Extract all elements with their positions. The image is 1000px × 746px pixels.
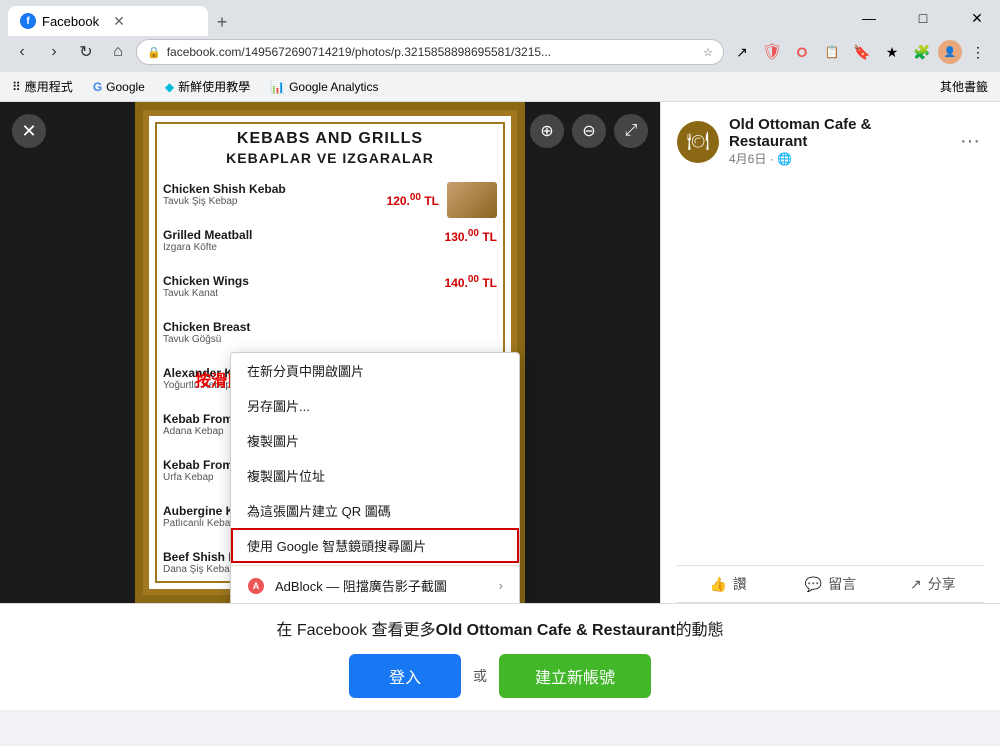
bookmark-other-label: 其他書籤 — [940, 78, 988, 95]
or-text: 或 — [473, 666, 487, 686]
post-actions: 👍 讚 💬 留言 ↗ 分享 — [677, 565, 984, 603]
ctx-adblock[interactable]: A AdBlock — 阻擋廣告影子截圖 › — [231, 568, 519, 603]
page-name[interactable]: Old Ottoman Cafe & Restaurant — [729, 116, 946, 150]
post-date: 4月6日 · 🌐 — [729, 150, 946, 167]
bookmark-star-icon[interactable]: ☆ — [703, 46, 713, 59]
browser-tab[interactable]: f Facebook ✕ — [8, 6, 208, 36]
reload-button[interactable]: ↻ — [72, 38, 100, 66]
adblock-icon: A — [247, 577, 265, 595]
bookmark-apps-label: 應用程式 — [25, 78, 73, 95]
close-icon: ✕ — [21, 121, 36, 142]
minimize-button[interactable]: — — [846, 0, 892, 36]
share-icon: ↗ — [910, 576, 922, 593]
more-options-button[interactable]: ··· — [956, 126, 984, 157]
avatar: 🍽 — [677, 121, 719, 163]
fullscreen-button[interactable]: ⤢ — [614, 114, 648, 148]
ctx-create-qr[interactable]: 為這張圖片建立 QR 圖碼 — [231, 493, 519, 528]
viewer-close-button[interactable]: ✕ — [12, 114, 46, 148]
image-viewer: ✕ ⊕ ⊖ ⤢ KEBABS AND GRILLS KEBAPLAR VE IZ… — [0, 102, 660, 603]
bookmark-tutorial-label: 新鮮使用教學 — [178, 78, 250, 95]
share-icon[interactable]: ↗ — [728, 38, 756, 66]
tutorial-icon: ◆ — [165, 80, 174, 94]
comment-button[interactable]: 💬 留言 — [779, 566, 881, 602]
facebook-favicon: f — [20, 13, 36, 29]
close-button[interactable]: ✕ — [954, 0, 1000, 36]
context-menu: 在新分頁中開啟圖片 另存圖片... 複製圖片 複製圖片位址 為這張圖片建立 QR… — [230, 352, 520, 603]
tab-title: Facebook — [42, 14, 99, 29]
share-button[interactable]: ↗ 分享 — [882, 566, 984, 602]
post-header: 🍽 Old Ottoman Cafe & Restaurant 4月6日 · 🌐… — [661, 102, 1000, 175]
bottom-text: 在 Facebook 查看更多Old Ottoman Cafe & Restau… — [16, 616, 984, 640]
shield-icon[interactable]: 🛡 — [758, 38, 786, 66]
ctx-save-image[interactable]: 另存圖片... — [231, 388, 519, 423]
info-panel: 🍽 Old Ottoman Cafe & Restaurant 4月6日 · 🌐… — [660, 102, 1000, 603]
google-icon: G — [93, 80, 102, 94]
maximize-button[interactable]: □ — [900, 0, 946, 36]
like-icon: 👍 — [709, 576, 726, 593]
bookmark-google[interactable]: G Google — [89, 78, 149, 96]
menu-icon[interactable]: ⋮ — [964, 38, 992, 66]
browser-chrome: f Facebook ✕ + — □ ✕ ‹ › ↻ ⌂ 🔒 facebook.… — [0, 0, 1000, 102]
bookmark-analytics-label: Google Analytics — [289, 80, 378, 94]
opera-icon[interactable]: O — [788, 38, 816, 66]
bookmark-tutorial[interactable]: ◆ 新鮮使用教學 — [161, 76, 254, 97]
submenu-arrow-icon: › — [499, 578, 503, 593]
extension2-icon[interactable]: 🔖 — [848, 38, 876, 66]
back-button[interactable]: ‹ — [8, 38, 36, 66]
lock-icon: 🔒 — [147, 46, 161, 59]
bookmark-other[interactable]: 其他書籤 — [936, 76, 992, 97]
register-button[interactable]: 建立新帳號 — [499, 654, 651, 698]
zoom-out-button[interactable]: ⊖ — [572, 114, 606, 148]
extension3-icon[interactable]: ★ — [878, 38, 906, 66]
login-button[interactable]: 登入 — [349, 654, 461, 698]
url-bar[interactable]: 🔒 facebook.com/1495672690714219/photos/p… — [136, 39, 724, 65]
apps-icon: ⠿ — [12, 80, 21, 94]
viewer-controls: ⊕ ⊖ ⤢ — [530, 114, 648, 148]
bottom-bar: 在 Facebook 查看更多Old Ottoman Cafe & Restau… — [0, 603, 1000, 710]
url-text: facebook.com/1495672690714219/photos/p.3… — [167, 45, 697, 59]
comment-icon: 💬 — [805, 576, 822, 593]
address-bar: ‹ › ↻ ⌂ 🔒 facebook.com/1495672690714219/… — [0, 36, 1000, 72]
extension4-icon[interactable]: 🧩 — [908, 38, 936, 66]
zoom-in-button[interactable]: ⊕ — [530, 114, 564, 148]
forward-button[interactable]: › — [40, 38, 68, 66]
extension1-icon[interactable]: 📋 — [818, 38, 846, 66]
ctx-copy-image[interactable]: 複製圖片 — [231, 423, 519, 458]
tab-close-button[interactable]: ✕ — [113, 13, 125, 30]
bottom-actions: 登入 或 建立新帳號 — [16, 654, 984, 698]
context-menu-divider — [231, 565, 519, 566]
ctx-google-lens[interactable]: 使用 Google 智慧鏡頭搜尋圖片 — [231, 528, 519, 563]
ctx-copy-address[interactable]: 複製圖片位址 — [231, 458, 519, 493]
post-meta: Old Ottoman Cafe & Restaurant 4月6日 · 🌐 — [729, 116, 946, 167]
home-button[interactable]: ⌂ — [104, 38, 132, 66]
bookmark-google-label: Google — [106, 80, 145, 94]
analytics-icon: 📊 — [270, 80, 285, 94]
bookmarks-bar: ⠿ 應用程式 G Google ◆ 新鮮使用教學 📊 Google Analyt… — [0, 72, 1000, 102]
bookmark-apps[interactable]: ⠿ 應用程式 — [8, 76, 77, 97]
profile-icon[interactable]: 👤 — [938, 40, 962, 64]
bookmark-analytics[interactable]: 📊 Google Analytics — [266, 78, 382, 96]
ctx-open-new-tab[interactable]: 在新分頁中開啟圖片 — [231, 353, 519, 388]
like-button[interactable]: 👍 讚 — [677, 566, 779, 602]
new-tab-button[interactable]: + — [208, 8, 236, 36]
toolbar-icons: ↗ 🛡 O 📋 🔖 ★ 🧩 👤 ⋮ — [728, 38, 992, 66]
